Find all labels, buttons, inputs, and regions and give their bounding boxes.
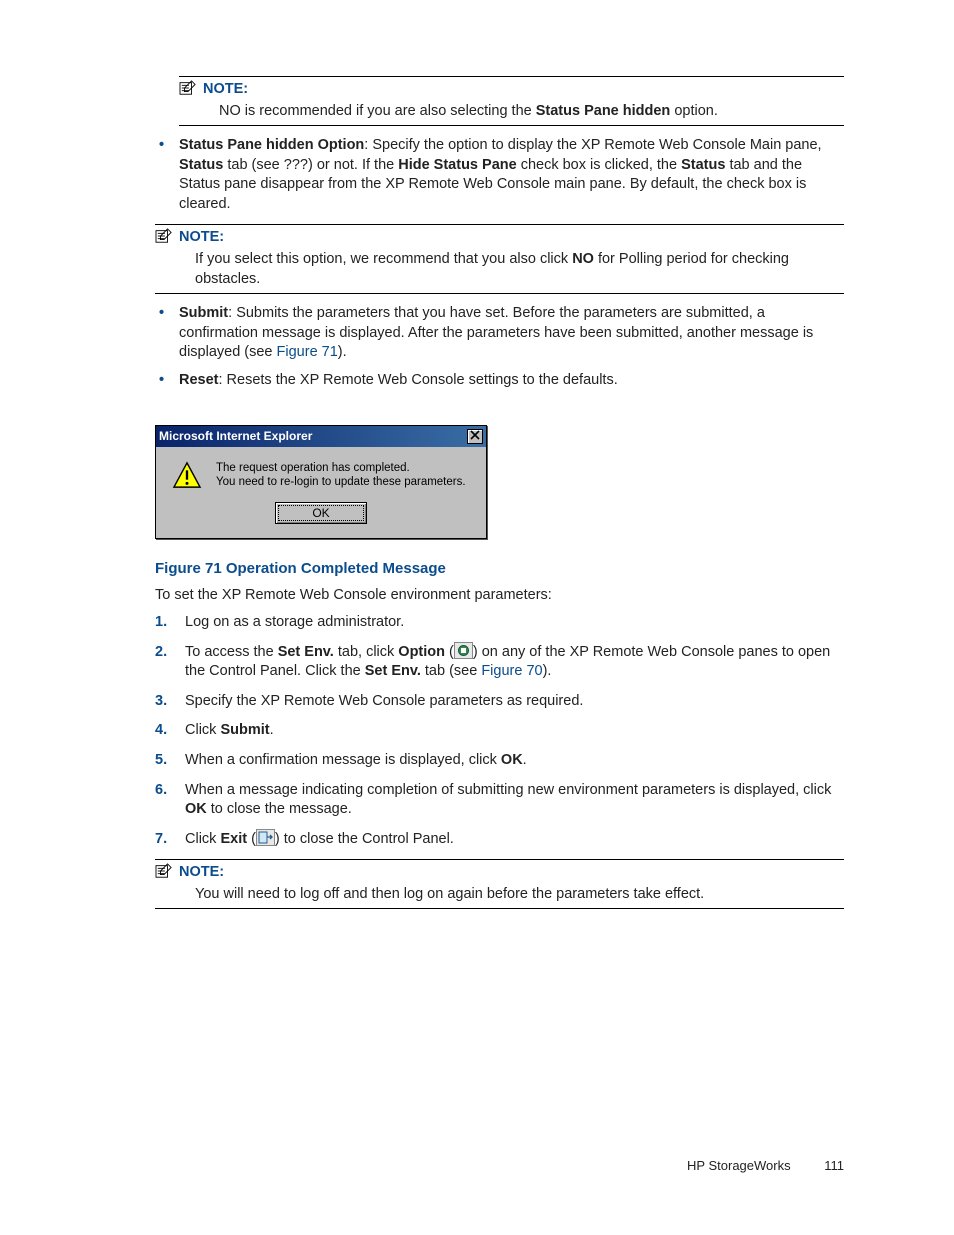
note-block-3: NOTE: You will need to log off and then …: [155, 859, 844, 909]
step-4: Click Submit.: [155, 721, 844, 741]
note2-text-pre: If you select this option, we recommend …: [195, 251, 572, 267]
note1-bold: Status Pane hidden: [536, 103, 671, 119]
note-pencil-icon: [155, 863, 173, 879]
footer-title: HP StorageWorks: [687, 1158, 791, 1173]
dialog-close-button[interactable]: [467, 429, 483, 444]
dialog-ok-button[interactable]: OK: [275, 502, 367, 524]
note-block-1: NOTE: NO is recommended if you are also …: [155, 76, 844, 126]
ie-dialog: Microsoft Internet Explorer The request …: [155, 425, 487, 539]
close-icon: [470, 430, 480, 440]
note1-text-post: option.: [670, 103, 718, 119]
note-pencil-icon: [179, 80, 197, 96]
dialog-titlebar: Microsoft Internet Explorer: [156, 426, 486, 446]
steps-list: Log on as a storage administrator. To ac…: [155, 613, 844, 849]
note3-text: You will need to log off and then log on…: [195, 886, 704, 902]
bullet-reset: Reset: Resets the XP Remote Web Console …: [155, 371, 844, 391]
figure-70-link[interactable]: Figure 70: [481, 663, 542, 679]
bullet-status-pane-hidden: Status Pane hidden Option: Specify the o…: [155, 136, 844, 214]
bullet-list-a: Status Pane hidden Option: Specify the o…: [155, 136, 844, 214]
step-7: Click Exit () to close the Control Panel…: [155, 830, 844, 850]
option-icon: [454, 642, 473, 659]
step-2: To access the Set Env. tab, click Option…: [155, 643, 844, 682]
page-footer: HP StorageWorks 111: [687, 1157, 844, 1175]
step-6: When a message indicating completion of …: [155, 781, 844, 820]
bullet-list-b: Submit: Submits the parameters that you …: [155, 304, 844, 390]
note-label: NOTE:: [179, 863, 224, 883]
footer-page-number: 111: [824, 1158, 844, 1173]
note-block-2: NOTE: If you select this option, we reco…: [155, 224, 844, 294]
bullet-submit: Submit: Submits the parameters that you …: [155, 304, 844, 363]
warning-icon: [172, 461, 202, 489]
figure-caption: Figure 71 Operation Completed Message: [155, 559, 844, 579]
intro-text: To set the XP Remote Web Console environ…: [155, 586, 844, 606]
step-3: Specify the XP Remote Web Console parame…: [155, 692, 844, 712]
note2-bold: NO: [572, 251, 594, 267]
note1-text-pre: NO is recommended if you are also select…: [219, 103, 536, 119]
step-5: When a confirmation message is displayed…: [155, 751, 844, 771]
dialog-message: The request operation has completed. You…: [216, 461, 466, 491]
note-label: NOTE:: [179, 228, 224, 248]
step-1: Log on as a storage administrator.: [155, 613, 844, 633]
note-pencil-icon: [155, 228, 173, 244]
exit-icon: [256, 829, 275, 846]
dialog-title-text: Microsoft Internet Explorer: [159, 428, 312, 444]
figure-71-link[interactable]: Figure 71: [277, 344, 338, 360]
note-label: NOTE:: [203, 80, 248, 100]
